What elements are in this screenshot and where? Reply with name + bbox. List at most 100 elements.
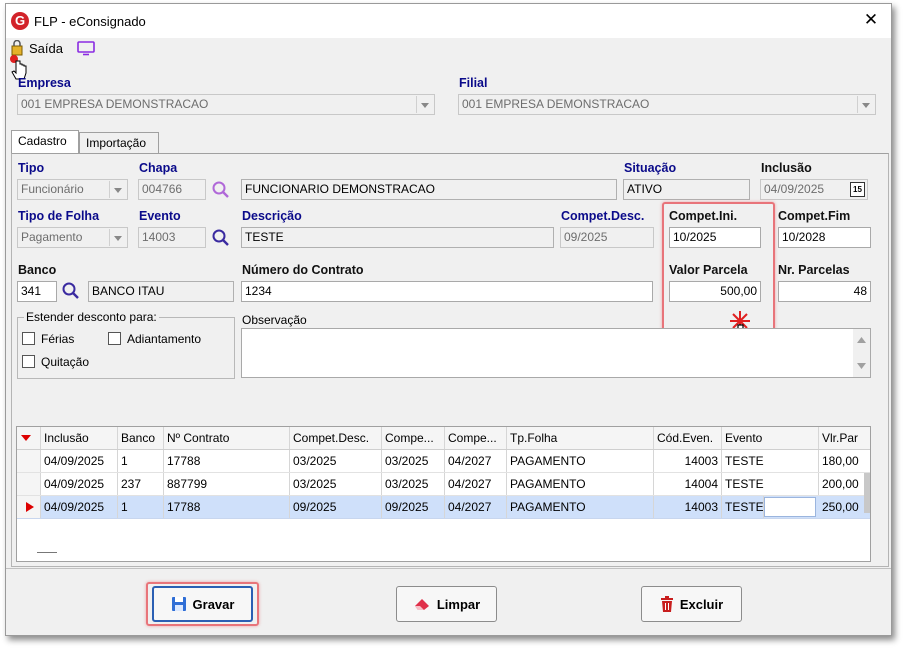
search-icon[interactable] bbox=[211, 180, 231, 200]
cell: 14003 bbox=[654, 496, 722, 518]
app-logo-icon: G bbox=[11, 12, 29, 30]
scroll-down-icon[interactable] bbox=[857, 363, 866, 369]
col-cod-evento[interactable]: Cód.Even. bbox=[654, 427, 722, 449]
chapa-label: Chapa bbox=[139, 161, 178, 175]
filial-combo[interactable]: 001 EMPRESA DEMONSTRACAO bbox=[458, 94, 876, 115]
row-indicator bbox=[17, 473, 41, 495]
adiantamento-checkbox[interactable] bbox=[108, 332, 121, 345]
cell: 04/09/2025 bbox=[41, 450, 118, 472]
search-icon[interactable] bbox=[61, 281, 81, 301]
table-row[interactable]: 04/09/2025 1 17788 09/2025 09/2025 04/20… bbox=[17, 496, 870, 519]
cell: 17788 bbox=[164, 496, 290, 518]
col-compet-ini[interactable]: Compe... bbox=[382, 427, 445, 449]
save-icon bbox=[171, 597, 186, 611]
cell: 04/2027 bbox=[445, 450, 507, 472]
numero-contrato-label: Número do Contrato bbox=[242, 263, 364, 277]
evento-field[interactable]: 14003 bbox=[138, 227, 206, 248]
calendar-icon[interactable]: 15 bbox=[850, 182, 865, 197]
situacao-label: Situação bbox=[624, 161, 677, 175]
tipo-folha-label: Tipo de Folha bbox=[18, 209, 100, 223]
cell-editor[interactable] bbox=[764, 497, 816, 517]
limpar-label: Limpar bbox=[436, 596, 481, 612]
sort-down-icon bbox=[21, 435, 31, 441]
nr-parcelas-value: 48 bbox=[853, 284, 867, 298]
cell: 04/09/2025 bbox=[41, 473, 118, 495]
compet-fim-field[interactable]: 10/2028 bbox=[778, 227, 871, 248]
compet-desc-field[interactable]: 09/2025 bbox=[560, 227, 654, 248]
compet-fim-value: 10/2028 bbox=[782, 230, 826, 244]
selected-row-arrow-icon bbox=[26, 502, 34, 512]
empresa-value: 001 EMPRESA DEMONSTRACAO bbox=[21, 97, 209, 111]
banco-code-value: 341 bbox=[21, 284, 42, 298]
cell: 14004 bbox=[654, 473, 722, 495]
col-inclusao[interactable]: Inclusão bbox=[41, 427, 118, 449]
cell: 03/2025 bbox=[290, 450, 382, 472]
monitor-icon[interactable] bbox=[77, 41, 95, 56]
grid-header: Inclusão Banco Nº Contrato Compet.Desc. … bbox=[17, 427, 870, 450]
cell: 04/2027 bbox=[445, 473, 507, 495]
scrollbar[interactable] bbox=[864, 473, 870, 513]
tipo-folha-combo[interactable]: Pagamento bbox=[17, 227, 128, 248]
search-icon[interactable] bbox=[211, 228, 231, 248]
descricao-label: Descrição bbox=[242, 209, 302, 223]
cell: 04/2027 bbox=[445, 496, 507, 518]
compet-desc-label: Compet.Desc. bbox=[561, 209, 645, 223]
evento-value: 14003 bbox=[142, 230, 176, 244]
eraser-icon bbox=[414, 599, 429, 610]
tab-cadastro-label: Cadastro bbox=[18, 134, 67, 148]
inclusao-date-field[interactable]: 04/09/2025 15 bbox=[760, 179, 868, 200]
chevron-down-icon[interactable] bbox=[857, 96, 874, 113]
estender-groupbox bbox=[17, 317, 235, 379]
tipo-combo[interactable]: Funcionário bbox=[17, 179, 128, 200]
descricao-value: TESTE bbox=[245, 230, 284, 244]
title-bar: G FLP - eConsignado ✕ bbox=[6, 4, 891, 38]
excluir-button[interactable]: Excluir bbox=[641, 586, 742, 622]
col-compet-desc[interactable]: Compet.Desc. bbox=[290, 427, 382, 449]
col-tp-folha[interactable]: Tp.Folha bbox=[507, 427, 654, 449]
cell: 1 bbox=[118, 450, 164, 472]
excluir-label: Excluir bbox=[679, 596, 724, 612]
col-banco[interactable]: Banco bbox=[118, 427, 164, 449]
col-compet-fim[interactable]: Compe... bbox=[445, 427, 507, 449]
quitacao-label: Quitação bbox=[41, 355, 90, 369]
inclusao-label: Inclusão bbox=[761, 161, 812, 175]
nr-parcelas-field[interactable]: 48 bbox=[778, 281, 871, 302]
close-button[interactable]: ✕ bbox=[861, 10, 881, 30]
gravar-button[interactable]: Gravar bbox=[152, 586, 253, 622]
col-evento[interactable]: Evento bbox=[722, 427, 819, 449]
observacao-textarea[interactable] bbox=[241, 328, 871, 378]
tab-importacao[interactable]: Importação bbox=[79, 132, 159, 154]
scroll-up-icon[interactable] bbox=[857, 337, 866, 343]
divider bbox=[6, 568, 891, 569]
banco-label: Banco bbox=[18, 263, 57, 277]
limpar-button[interactable]: Limpar bbox=[396, 586, 497, 622]
row-indicator-header bbox=[17, 427, 41, 449]
ferias-checkbox[interactable] bbox=[22, 332, 35, 345]
quitacao-checkbox[interactable] bbox=[22, 355, 35, 368]
banco-name-field: BANCO ITAU bbox=[88, 281, 234, 302]
app-window: G FLP - eConsignado ✕ Saída Empresa 001 … bbox=[5, 3, 892, 636]
empresa-combo[interactable]: 001 EMPRESA DEMONSTRACAO bbox=[17, 94, 435, 115]
cell: 14003 bbox=[654, 450, 722, 472]
table-row[interactable]: 04/09/2025 1 17788 03/2025 03/2025 04/20… bbox=[17, 450, 870, 473]
chevron-down-icon[interactable] bbox=[109, 229, 126, 246]
inclusao-value: 04/09/2025 bbox=[764, 182, 825, 196]
scrollbar[interactable] bbox=[853, 329, 870, 377]
chevron-down-icon[interactable] bbox=[416, 96, 433, 113]
row-indicator bbox=[17, 496, 41, 518]
cell: 200,00 bbox=[822, 477, 859, 491]
cell: 250,00 bbox=[822, 500, 859, 514]
adiantamento-label: Adiantamento bbox=[127, 332, 202, 346]
col-vlr-parcela[interactable]: Vlr.Par bbox=[819, 427, 870, 449]
chapa-field[interactable]: 004766 bbox=[138, 179, 206, 200]
cell: 03/2025 bbox=[382, 450, 445, 472]
col-numero-contrato[interactable]: Nº Contrato bbox=[164, 427, 290, 449]
tab-cadastro[interactable]: Cadastro bbox=[11, 130, 79, 154]
cell: 03/2025 bbox=[382, 473, 445, 495]
banco-code-field[interactable]: 341 bbox=[17, 281, 57, 302]
numero-contrato-field[interactable]: 1234 bbox=[241, 281, 653, 302]
cell: PAGAMENTO bbox=[507, 473, 654, 495]
chevron-down-icon[interactable] bbox=[109, 181, 126, 198]
cell: 09/2025 bbox=[290, 496, 382, 518]
table-row[interactable]: 04/09/2025 237 887799 03/2025 03/2025 04… bbox=[17, 473, 870, 496]
